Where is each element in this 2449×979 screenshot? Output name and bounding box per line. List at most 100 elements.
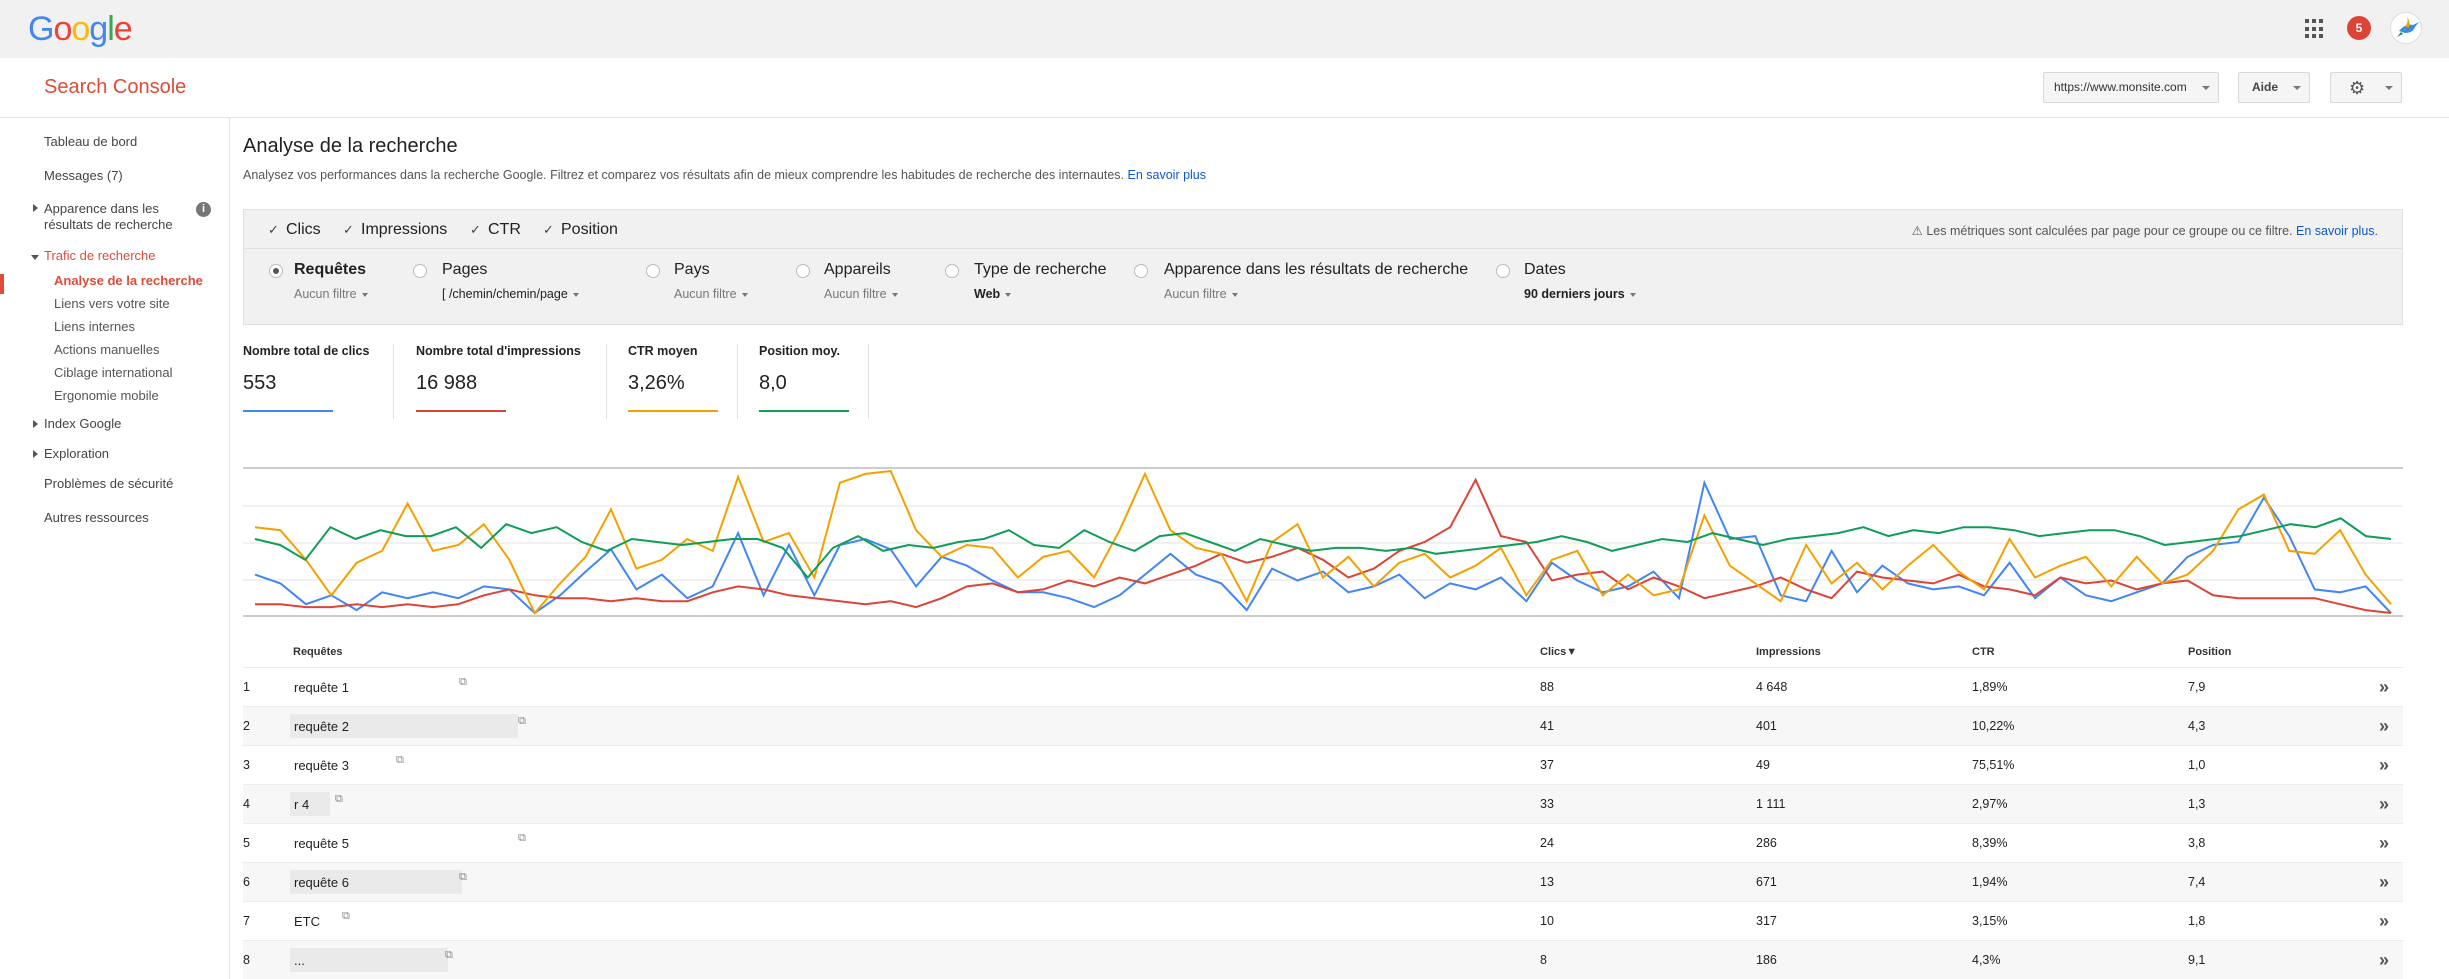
table-row[interactable]: 5 requête 5 24 286 8,39% 3,8 ⧉ » xyxy=(243,823,2403,862)
column-header-clicks[interactable]: Clics▼ xyxy=(1540,646,1577,658)
avatar[interactable] xyxy=(2390,12,2422,44)
total-position[interactable]: Position moy. 8,0 xyxy=(759,344,869,419)
site-selector[interactable]: https://www.monsite.com xyxy=(2043,72,2219,103)
radio-button[interactable] xyxy=(646,264,660,278)
row-details-icon[interactable]: » xyxy=(2379,716,2389,737)
filter-dropdown[interactable]: 90 derniers jours xyxy=(1524,287,1636,301)
learn-more-link[interactable]: En savoir plus xyxy=(1128,168,1207,182)
help-button-label: Aide xyxy=(2252,80,2279,94)
query-cell[interactable]: requête 3 xyxy=(294,758,349,773)
chevron-down-icon xyxy=(572,292,579,297)
sidebar-item-security-issues[interactable]: Problèmes de sécurité xyxy=(44,476,173,492)
table-row[interactable]: 6 requête 6 13 671 1,94% 7,4 ⧉ » xyxy=(243,862,2403,901)
query-cell[interactable]: requête 2 xyxy=(294,719,349,734)
sidebar-item-international-targeting[interactable]: Ciblage international xyxy=(54,365,173,381)
radio-button[interactable] xyxy=(1496,264,1510,278)
external-link-icon[interactable]: ⧉ xyxy=(518,832,526,845)
row-details-icon[interactable]: » xyxy=(2379,794,2389,815)
apps-grid-icon[interactable] xyxy=(2305,19,2325,39)
row-details-icon[interactable]: » xyxy=(2379,833,2389,854)
impressions-cell: 317 xyxy=(1756,914,1777,928)
sidebar-item-search-appearance[interactable]: Apparence dans les résultats de recherch… xyxy=(44,201,184,233)
notification-badge[interactable]: 5 xyxy=(2347,16,2371,40)
external-link-icon[interactable]: ⧉ xyxy=(342,910,350,923)
table-row[interactable]: 1 requête 1 88 4 648 1,89% 7,9 ⧉ » xyxy=(243,667,2403,706)
filters-bar: Requêtes Aucun filtre Pages [ /chemin/ch… xyxy=(243,249,2403,325)
column-header-impressions[interactable]: Impressions xyxy=(1756,646,1821,658)
table-row[interactable]: 7 ETC 10 317 3,15% 1,8 ⧉ » xyxy=(243,901,2403,940)
sidebar-item-search-analytics[interactable]: Analyse de la recherche xyxy=(54,273,203,289)
google-logo[interactable]: Google xyxy=(28,10,133,49)
radio-button[interactable] xyxy=(945,264,959,278)
total-impressions[interactable]: Nombre total d'impressions 16 988 xyxy=(416,344,606,419)
query-cell[interactable]: ... xyxy=(294,953,305,968)
help-button[interactable]: Aide xyxy=(2238,72,2310,103)
table-row[interactable]: 4 r 4 33 1 111 2,97% 1,3 ⧉ » xyxy=(243,784,2403,823)
query-cell[interactable]: ETC xyxy=(294,914,320,929)
column-header-queries[interactable]: Requêtes xyxy=(293,646,343,658)
radio-button[interactable] xyxy=(1134,264,1148,278)
external-link-icon[interactable]: ⧉ xyxy=(445,949,453,962)
checkbox-clicks[interactable]: ✓ Clics xyxy=(268,221,321,239)
external-link-icon[interactable]: ⧉ xyxy=(396,754,404,767)
query-cell[interactable]: requête 5 xyxy=(294,836,349,851)
row-details-icon[interactable]: » xyxy=(2379,755,2389,776)
product-title[interactable]: Search Console xyxy=(44,76,186,99)
filter-label: Pages xyxy=(442,261,488,278)
collapse-arrow-icon[interactable] xyxy=(31,255,39,260)
expand-arrow-icon[interactable] xyxy=(33,204,38,212)
filter-dropdown[interactable]: [ /chemin/chemin/page xyxy=(442,287,579,301)
checkbox-position[interactable]: ✓ Position xyxy=(543,221,618,239)
total-color-line xyxy=(243,410,333,412)
info-icon[interactable]: i xyxy=(196,202,211,217)
total-clicks[interactable]: Nombre total de clics 553 xyxy=(243,344,393,419)
table-row[interactable]: 8... 8 186 4,3% 9,1 ⧉ » xyxy=(243,940,2403,979)
column-header-ctr[interactable]: CTR xyxy=(1972,646,1995,658)
query-cell[interactable]: r 4 xyxy=(294,797,309,812)
row-number: 2 xyxy=(243,719,250,733)
expand-arrow-icon[interactable] xyxy=(33,420,38,428)
radio-button[interactable] xyxy=(269,264,283,278)
row-details-icon[interactable]: » xyxy=(2379,677,2389,698)
column-header-position[interactable]: Position xyxy=(2188,646,2231,658)
filter-dropdown[interactable]: Aucun filtre xyxy=(674,287,748,301)
filter-dropdown[interactable]: Aucun filtre xyxy=(1164,287,1238,301)
sidebar-item-mobile-usability[interactable]: Ergonomie mobile xyxy=(54,388,159,404)
row-details-icon[interactable]: » xyxy=(2379,872,2389,893)
total-ctr[interactable]: CTR moyen 3,26% xyxy=(628,344,738,419)
checkbox-ctr[interactable]: ✓ CTR xyxy=(470,221,521,239)
settings-button[interactable]: ⚙ xyxy=(2330,72,2402,103)
table-row[interactable]: 3 requête 3 37 49 75,51% 1,0 ⧉ » xyxy=(243,745,2403,784)
total-color-line xyxy=(759,410,849,412)
external-link-icon[interactable]: ⧉ xyxy=(518,715,526,728)
query-cell[interactable]: requête 1 xyxy=(294,680,349,695)
filter-dropdown[interactable]: Web xyxy=(974,287,1012,301)
external-link-icon[interactable]: ⧉ xyxy=(459,871,467,884)
filter-dropdown[interactable]: Aucun filtre xyxy=(824,287,898,301)
external-link-icon[interactable]: ⧉ xyxy=(459,676,467,689)
metrics-note-link[interactable]: En savoir plus. xyxy=(2296,224,2378,238)
sidebar-item-google-index[interactable]: Index Google xyxy=(44,416,121,432)
table-row[interactable]: 2 requête 2 41 401 10,22% 4,3 ⧉ » xyxy=(243,706,2403,745)
sidebar-item-links-to-site[interactable]: Liens vers votre site xyxy=(54,296,170,312)
expand-arrow-icon[interactable] xyxy=(33,450,38,458)
query-cell[interactable]: requête 6 xyxy=(294,875,349,890)
chevron-down-icon xyxy=(741,292,748,297)
radio-button[interactable] xyxy=(413,264,427,278)
external-link-icon[interactable]: ⧉ xyxy=(335,793,343,806)
total-color-line xyxy=(628,410,718,412)
checkbox-impressions[interactable]: ✓ Impressions xyxy=(343,221,447,239)
row-details-icon[interactable]: » xyxy=(2379,911,2389,932)
sidebar-item-manual-actions[interactable]: Actions manuelles xyxy=(54,342,160,358)
sidebar-item-dashboard[interactable]: Tableau de bord xyxy=(44,134,137,150)
filter-dropdown[interactable]: Aucun filtre xyxy=(294,287,368,301)
sidebar-item-other-resources[interactable]: Autres ressources xyxy=(44,510,149,526)
row-number: 7 xyxy=(243,914,250,928)
row-details-icon[interactable]: » xyxy=(2379,950,2389,971)
sidebar-item-internal-links[interactable]: Liens internes xyxy=(54,319,135,335)
radio-button[interactable] xyxy=(796,264,810,278)
sidebar-item-messages[interactable]: Messages (7) xyxy=(44,168,123,184)
hummingbird-icon xyxy=(2397,17,2419,37)
sidebar-item-crawl[interactable]: Exploration xyxy=(44,446,109,462)
sidebar-item-search-traffic[interactable]: Trafic de recherche xyxy=(44,248,156,264)
